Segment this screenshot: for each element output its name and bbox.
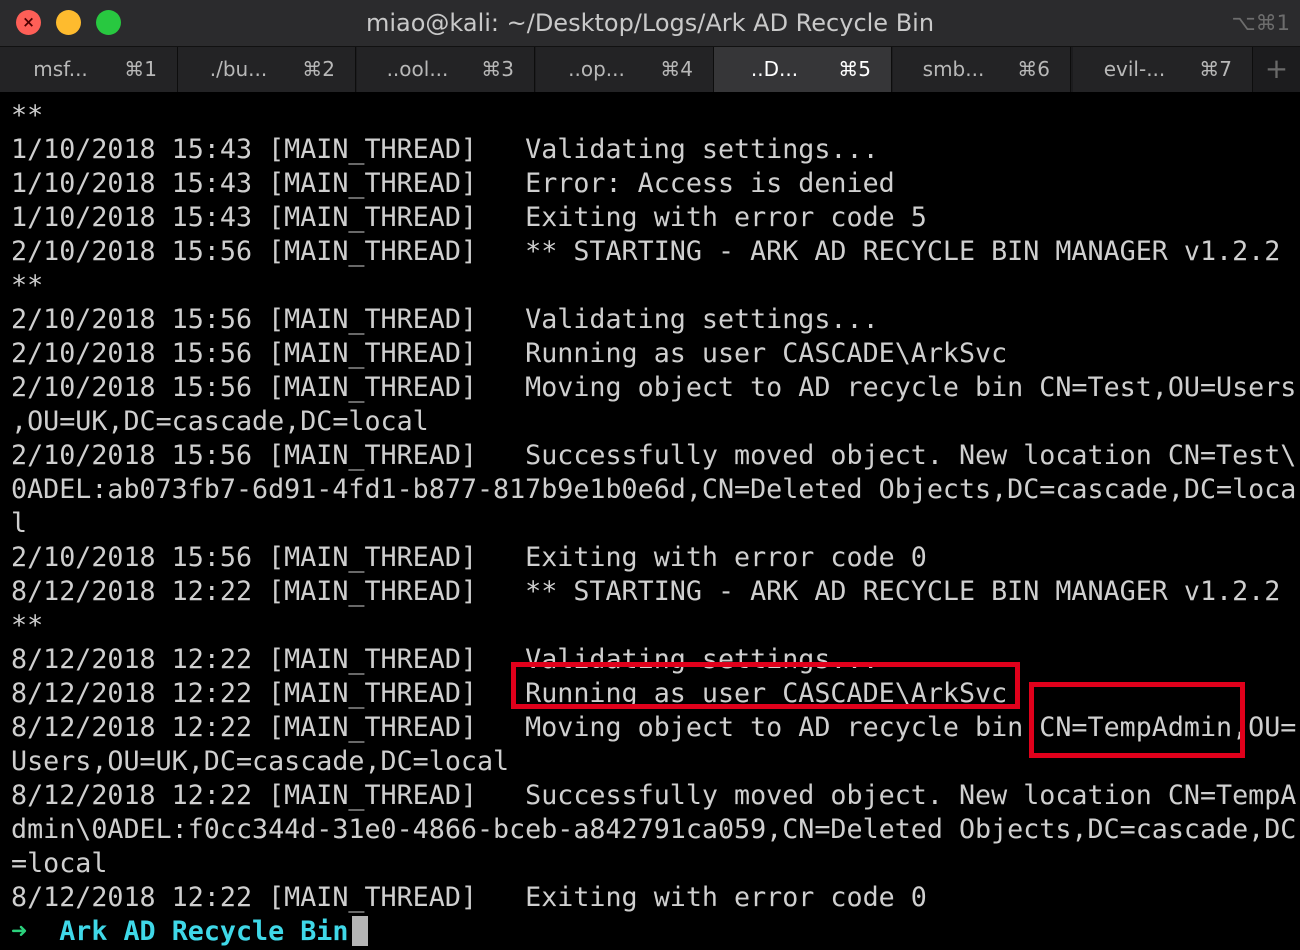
terminal-line: 2/10/2018 15:56 [MAIN_THREAD] Moving obj…: [11, 372, 1297, 403]
tab-5-active[interactable]: ..D... ⌘5: [714, 47, 892, 92]
text-cursor: [352, 916, 369, 946]
terminal-line: 1/10/2018 15:43 [MAIN_THREAD] Error: Acc…: [11, 168, 895, 199]
terminal-line: =local: [11, 848, 108, 879]
tab-shortcut: ⌘7: [1199, 57, 1232, 81]
tab-7[interactable]: evil-... ⌘7: [1073, 47, 1253, 92]
terminal-line: 1/10/2018 15:43 [MAIN_THREAD] Exiting wi…: [11, 202, 927, 233]
terminal-line: 8/12/2018 12:22 [MAIN_THREAD] Exiting wi…: [11, 882, 927, 913]
tab-shortcut: ⌘3: [481, 57, 514, 81]
tab-label: ..D...: [750, 57, 799, 81]
terminal-line: 2/10/2018 15:56 [MAIN_THREAD] Successful…: [11, 440, 1297, 471]
terminal-line: ,OU=UK,DC=cascade,DC=local: [11, 406, 429, 437]
terminal-line: dmin\0ADEL:f0cc344d-31e0-4866-bceb-a8427…: [11, 814, 1297, 845]
tab-shortcut: ⌘2: [302, 57, 335, 81]
terminal-line: 8/12/2018 12:22 [MAIN_THREAD] Successful…: [11, 780, 1297, 811]
tab-label: msf...: [33, 57, 88, 81]
highlight-box-tempadmin: [1029, 682, 1245, 758]
tab-label: ./bu...: [209, 57, 268, 81]
terminal-window: × miao@kali: ~/Desktop/Logs/Ark AD Recyc…: [0, 0, 1300, 950]
tab-bar: msf... ⌘1 ./bu... ⌘2 ..ool... ⌘3 ..op...…: [0, 46, 1300, 92]
tab-label: ..op...: [568, 57, 625, 81]
terminal-line: 2/10/2018 15:56 [MAIN_THREAD] Running as…: [11, 338, 1008, 369]
terminal-line: **: [11, 610, 44, 641]
tab-4[interactable]: ..op... ⌘4: [536, 47, 714, 92]
highlight-box-running-as: [511, 662, 1020, 709]
tab-2[interactable]: ./bu... ⌘2: [178, 47, 356, 92]
terminal-output[interactable]: ** 1/10/2018 15:43 [MAIN_THREAD] Validat…: [11, 99, 1296, 949]
new-tab-button[interactable]: +: [1253, 47, 1300, 92]
terminal-line: 8/12/2018 12:22 [MAIN_THREAD] ** STARTIN…: [11, 576, 1281, 607]
tab-6[interactable]: smb... ⌘6: [893, 47, 1071, 92]
tab-shortcut: ⌘6: [1017, 57, 1050, 81]
tab-label: evil-...: [1103, 57, 1166, 81]
terminal-line: 2/10/2018 15:56 [MAIN_THREAD] Validating…: [11, 304, 879, 335]
tab-label: ..ool...: [386, 57, 449, 81]
tab-3[interactable]: ..ool... ⌘3: [357, 47, 535, 92]
terminal-line: 0ADEL:ab073fb7-6d91-4fd1-b877-817b9e1b0e…: [11, 474, 1297, 505]
shell-prompt[interactable]: ➜ Ark AD Recycle Bin: [11, 915, 1296, 949]
window-shortcut: ⌥⌘1: [1231, 11, 1290, 35]
tab-shortcut: ⌘4: [660, 57, 693, 81]
tab-shortcut: ⌘1: [124, 57, 157, 81]
terminal-line: 2/10/2018 15:56 [MAIN_THREAD] ** STARTIN…: [11, 236, 1281, 267]
tab-1[interactable]: msf... ⌘1: [0, 47, 178, 92]
title-bar[interactable]: × miao@kali: ~/Desktop/Logs/Ark AD Recyc…: [0, 0, 1300, 46]
prompt-cwd: Ark AD Recycle Bin: [59, 916, 349, 947]
window-title: miao@kali: ~/Desktop/Logs/Ark AD Recycle…: [365, 9, 935, 37]
terminal-line: l: [11, 508, 28, 539]
terminal-line: 2/10/2018 15:56 [MAIN_THREAD] Exiting wi…: [11, 542, 927, 573]
tab-label: smb...: [922, 57, 985, 81]
tab-shortcut: ⌘5: [838, 57, 871, 81]
terminal-line: 1/10/2018 15:43 [MAIN_THREAD] Validating…: [11, 134, 879, 165]
prompt-arrow-icon: ➜: [11, 916, 28, 947]
terminal-line: **: [11, 100, 44, 131]
terminal-line: **: [11, 270, 44, 301]
